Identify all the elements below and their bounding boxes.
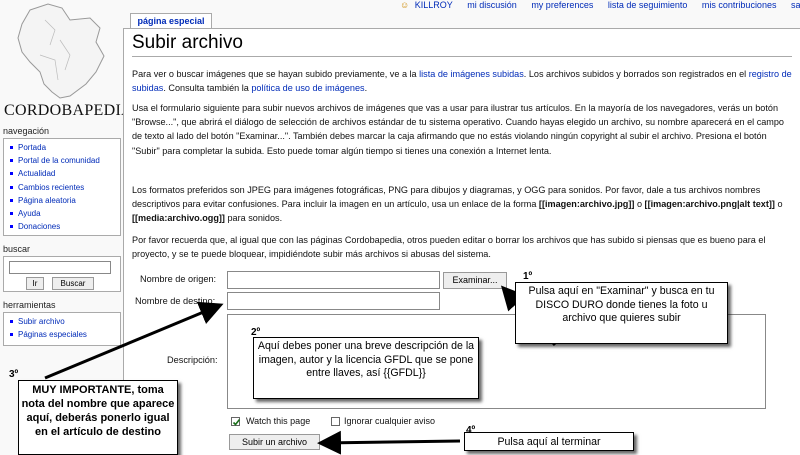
step3-number: 3º	[9, 369, 19, 380]
step3-note: MUY IMPORTANTE, toma nota del nombre que…	[18, 380, 178, 455]
step1-note: Pulsa aquí en "Examinar" y busca en tu D…	[515, 282, 728, 344]
step4-note: Pulsa aquí al terminar	[464, 432, 634, 451]
arrow-to-submit	[317, 430, 461, 455]
arrow-to-destination	[44, 301, 224, 380]
step2-note: Aquí debes poner una breve descripción d…	[253, 337, 479, 399]
